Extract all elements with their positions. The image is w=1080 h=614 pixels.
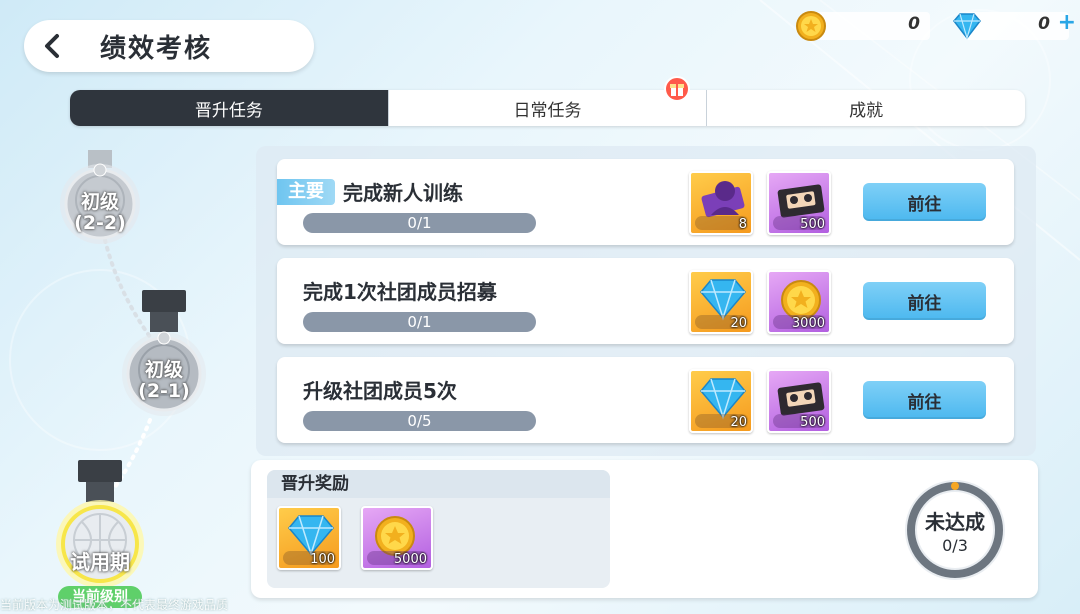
rank-label: 初级 (2-1) xyxy=(138,359,190,402)
reward-item[interactable]: 500 xyxy=(767,369,831,433)
go-button[interactable]: 前往 xyxy=(863,381,986,419)
task-item: 完成1次社团成员招募 0/1 20 3000 前往 xyxy=(277,258,1014,344)
rank-path: 初级 (2-2) 初级 (2-1) 试用期 当前级别 xyxy=(0,140,250,614)
rank-label: 试用期 xyxy=(70,550,130,574)
task-progress-bar: 0/1 xyxy=(303,213,536,233)
task-title: 完成1次社团成员招募 xyxy=(303,280,497,304)
gift-icon xyxy=(664,76,690,102)
rank-label: 初级 (2-2) xyxy=(74,191,126,234)
rank-medal-probation[interactable]: 试用期 xyxy=(52,458,148,588)
main-task-tag: 主要 xyxy=(277,179,335,205)
task-progress-text: 0/1 xyxy=(407,214,432,232)
status-count: 0/3 xyxy=(942,536,968,555)
gold-coin-icon xyxy=(796,11,826,41)
diamond-counter: 0 + xyxy=(950,8,1080,41)
gold-counter: 0 xyxy=(795,8,930,41)
go-button[interactable]: 前往 xyxy=(863,183,986,221)
footer-disclaimer: 当前版本为测试版本，不代表最终游戏品质 xyxy=(0,598,229,612)
tab-daily-tasks[interactable]: 日常任务 xyxy=(389,90,708,126)
reward-quantity: 8 xyxy=(738,217,747,232)
promotion-reward-panel: 晋升奖励 100 5000 未达成 0/3 xyxy=(251,460,1038,598)
reward-quantity: 3000 xyxy=(791,316,825,331)
status-text: 未达成 xyxy=(925,510,985,534)
promotion-reward-heading: 晋升奖励 xyxy=(267,470,610,498)
task-title: 升级社团成员5次 xyxy=(303,379,457,403)
reward-item[interactable]: 100 xyxy=(277,506,341,570)
tab-bar: 晋升任务 日常任务 成就 xyxy=(70,90,1025,126)
tab-promotion-tasks[interactable]: 晋升任务 xyxy=(70,90,389,126)
title-bar: 绩效考核 xyxy=(24,20,314,72)
reward-item[interactable]: 8 xyxy=(689,171,753,235)
diamond-amount: 0 xyxy=(1038,14,1050,34)
go-button[interactable]: 前往 xyxy=(863,282,986,320)
tab-achievements[interactable]: 成就 xyxy=(707,90,1025,126)
task-progress-text: 0/5 xyxy=(407,412,432,430)
reward-quantity: 20 xyxy=(730,316,747,331)
reward-item[interactable]: 500 xyxy=(767,171,831,235)
reward-quantity: 500 xyxy=(800,217,825,232)
chevron-left-icon xyxy=(45,34,59,58)
reward-item[interactable]: 20 xyxy=(689,369,753,433)
reward-quantity: 100 xyxy=(310,552,335,567)
add-diamond-button[interactable]: + xyxy=(1058,10,1076,35)
reward-quantity: 500 xyxy=(800,415,825,430)
reward-quantity: 5000 xyxy=(393,552,427,567)
promotion-status: 未达成 0/3 xyxy=(901,476,1009,584)
reward-item[interactable]: 3000 xyxy=(767,270,831,334)
task-progress-bar: 0/1 xyxy=(303,312,536,332)
reward-item[interactable]: 20 xyxy=(689,270,753,334)
task-item: 升级社团成员5次 0/5 20 500 前往 xyxy=(277,357,1014,443)
task-progress-bar: 0/5 xyxy=(303,411,536,431)
promotion-reward-box: 晋升奖励 100 5000 xyxy=(267,470,610,588)
task-progress-text: 0/1 xyxy=(407,313,432,331)
diamond-icon xyxy=(953,13,981,41)
page-title: 绩效考核 xyxy=(100,33,213,64)
task-item: 主要 完成新人训练 0/1 8 500 前往 xyxy=(277,159,1014,245)
reward-quantity: 20 xyxy=(730,415,747,430)
back-button[interactable] xyxy=(24,20,80,72)
task-title: 完成新人训练 xyxy=(343,181,463,205)
rank-medal-junior-2-2[interactable]: 初级 (2-2) xyxy=(52,148,148,248)
gold-amount: 0 xyxy=(908,14,920,34)
reward-item[interactable]: 5000 xyxy=(361,506,433,570)
rank-medal-junior-2-1[interactable]: 初级 (2-1) xyxy=(116,288,212,418)
